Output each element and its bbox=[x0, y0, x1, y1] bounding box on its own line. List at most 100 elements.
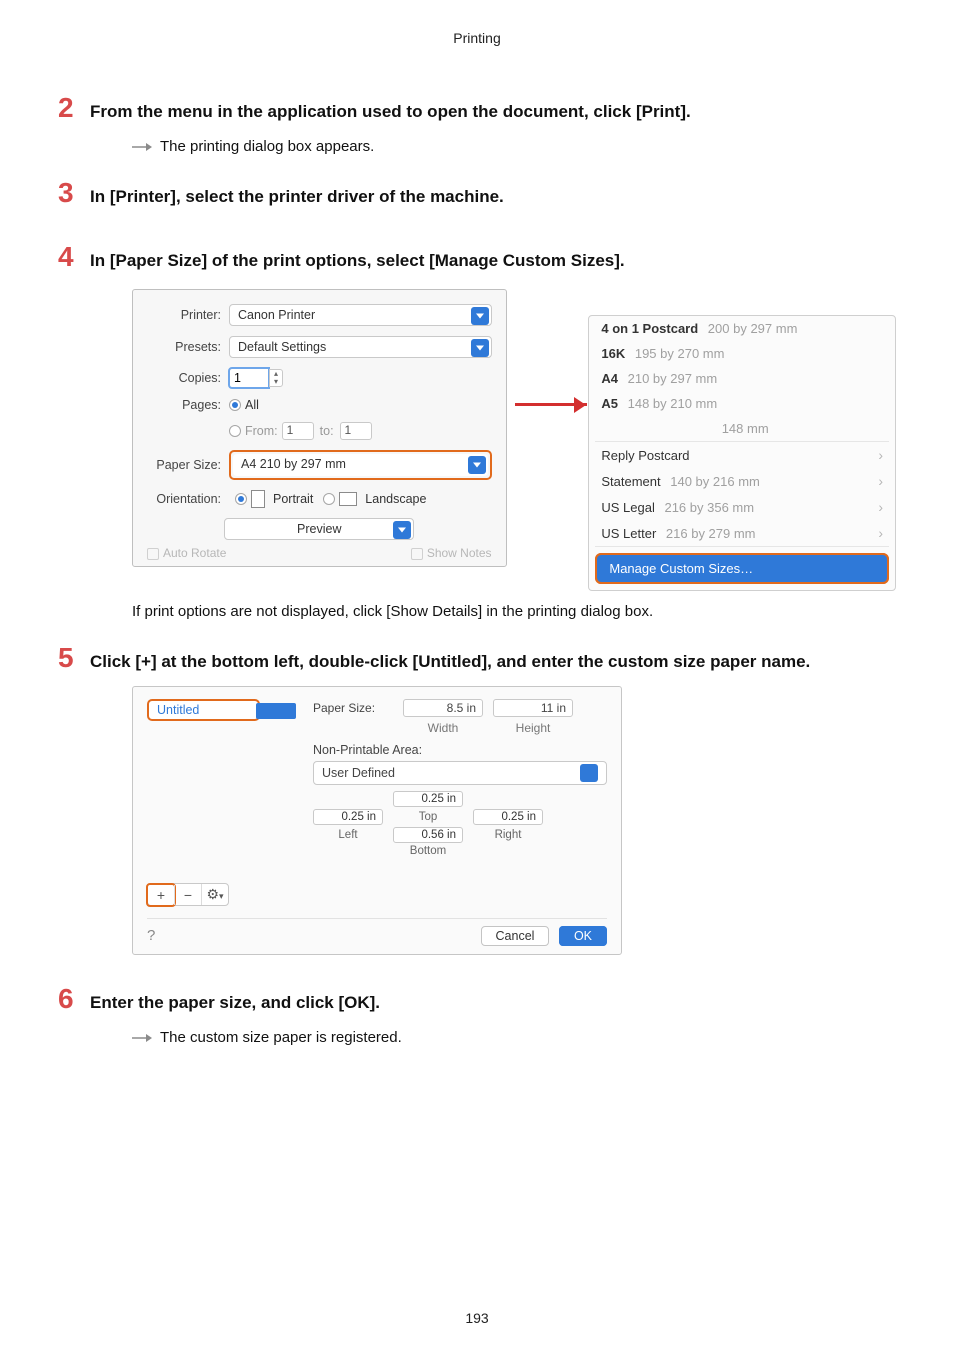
callout-arrow bbox=[517, 389, 579, 521]
step-note: The custom size paper is registered. bbox=[160, 1029, 402, 1046]
cancel-button[interactable]: Cancel bbox=[481, 926, 550, 946]
step-5: 5 Click [+] at the bottom left, double-c… bbox=[58, 644, 896, 955]
bottom-label: Bottom bbox=[393, 845, 463, 857]
running-header: Printing bbox=[58, 30, 896, 46]
step-title: In [Paper Size] of the print options, se… bbox=[90, 251, 625, 271]
chevron-right-icon: › bbox=[878, 447, 883, 463]
paper-size-label: Paper Size: bbox=[313, 701, 393, 715]
step-title: Enter the paper size, and click [OK]. bbox=[90, 993, 380, 1013]
arrow-right-icon bbox=[574, 397, 586, 413]
orientation-label: Orientation: bbox=[147, 492, 229, 506]
figure-print-dialog: Printer: Canon Printer Presets: Default … bbox=[132, 289, 896, 591]
copies-label: Copies: bbox=[147, 371, 229, 385]
copies-input[interactable] bbox=[229, 368, 269, 388]
page: Printing 2 From the menu in the applicat… bbox=[0, 0, 954, 1350]
step-number: 4 bbox=[58, 243, 80, 271]
menu-item[interactable]: US Letter 216 by 279 mm› bbox=[589, 520, 895, 546]
presets-label: Presets: bbox=[147, 340, 229, 354]
pages-range-radio[interactable] bbox=[229, 425, 241, 437]
from-label: From: bbox=[245, 424, 278, 438]
gear-icon: ⚙︎ bbox=[206, 886, 219, 902]
section-select[interactable]: Preview bbox=[224, 518, 414, 540]
pages-all-label: All bbox=[245, 398, 259, 412]
step-3: 3 In [Printer], select the printer drive… bbox=[58, 179, 896, 207]
to-input[interactable]: 1 bbox=[340, 422, 372, 440]
paper-size-label: Paper Size: bbox=[147, 458, 229, 472]
step-note: The printing dialog box appears. bbox=[160, 138, 374, 155]
show-notes-checkbox[interactable] bbox=[411, 548, 423, 560]
copies-stepper[interactable]: ▴▾ bbox=[229, 368, 283, 388]
menu-item[interactable]: 4 on 1 Postcard 200 by 297 mm bbox=[589, 316, 895, 341]
manage-custom-sizes-item[interactable]: Manage Custom Sizes… bbox=[595, 553, 889, 584]
width-input[interactable]: 8.5 in bbox=[403, 699, 483, 717]
result-arrow-icon bbox=[132, 1033, 152, 1043]
selection-handle-icon bbox=[256, 703, 296, 719]
nonprint-select[interactable]: User Defined bbox=[313, 761, 607, 785]
list-controls: + − ⚙︎▾ bbox=[147, 883, 229, 906]
margin-left-input[interactable]: 0.25 in bbox=[313, 809, 383, 825]
step-title: In [Printer], select the printer driver … bbox=[90, 187, 504, 207]
section-select-value: Preview bbox=[297, 522, 341, 536]
paper-size-select[interactable]: A4 210 by 297 mm bbox=[233, 454, 488, 476]
step-4: 4 In [Paper Size] of the print options, … bbox=[58, 243, 896, 620]
ok-button[interactable]: OK bbox=[559, 926, 607, 946]
landscape-page-icon bbox=[339, 492, 357, 506]
divider bbox=[595, 546, 889, 547]
chevron-down-icon bbox=[468, 456, 486, 474]
chevron-down-icon bbox=[471, 339, 489, 357]
auto-rotate-label: Auto Rotate bbox=[163, 546, 226, 560]
chevron-right-icon: › bbox=[878, 473, 883, 489]
portrait-label: Portrait bbox=[273, 492, 313, 506]
menu-item[interactable]: US Legal 216 by 356 mm› bbox=[589, 494, 895, 520]
chevron-down-icon: ▾ bbox=[219, 891, 224, 901]
presets-select[interactable]: Default Settings bbox=[229, 336, 492, 358]
menu-item[interactable]: Reply Postcard › bbox=[589, 442, 895, 468]
menu-item[interactable]: A4 210 by 297 mm bbox=[589, 366, 895, 391]
chevron-down-icon bbox=[471, 307, 489, 325]
portrait-page-icon bbox=[251, 490, 265, 508]
step-number: 3 bbox=[58, 179, 80, 207]
orientation-landscape-radio[interactable] bbox=[323, 493, 335, 505]
result-arrow-icon bbox=[132, 142, 152, 152]
help-button[interactable]: ? bbox=[147, 927, 155, 944]
margin-top-input[interactable]: 0.25 in bbox=[393, 791, 463, 807]
menu-item[interactable]: 16K 195 by 270 mm bbox=[589, 341, 895, 366]
nonprint-label: Non-Printable Area: bbox=[313, 743, 607, 757]
step-2: 2 From the menu in the application used … bbox=[58, 94, 896, 155]
untitled-size-name[interactable]: Untitled bbox=[147, 699, 260, 721]
print-dialog-panel: Printer: Canon Printer Presets: Default … bbox=[132, 289, 507, 567]
chevron-down-icon[interactable]: ▾ bbox=[270, 378, 282, 386]
height-label: Height bbox=[493, 721, 573, 735]
height-input[interactable]: 11 in bbox=[493, 699, 573, 717]
from-input[interactable]: 1 bbox=[282, 422, 314, 440]
nonprint-value: User Defined bbox=[322, 766, 395, 780]
menu-item[interactable]: A5 148 by 210 mm bbox=[589, 391, 895, 416]
menu-item[interactable]: Statement 140 by 216 mm› bbox=[589, 468, 895, 494]
pages-all-radio[interactable] bbox=[229, 399, 241, 411]
margin-bottom-input[interactable]: 0.56 in bbox=[393, 827, 463, 843]
remove-size-button[interactable]: − bbox=[174, 885, 201, 905]
step-number: 5 bbox=[58, 644, 80, 672]
presets-value: Default Settings bbox=[238, 340, 326, 354]
top-label: Top bbox=[393, 811, 463, 823]
auto-rotate-checkbox[interactable] bbox=[147, 548, 159, 560]
chevron-down-icon bbox=[580, 764, 598, 782]
printer-label: Printer: bbox=[147, 308, 229, 322]
menu-item[interactable]: 148 mm bbox=[589, 416, 895, 441]
page-number: 193 bbox=[0, 1310, 954, 1326]
step-number: 2 bbox=[58, 94, 80, 122]
left-label: Left bbox=[313, 829, 383, 841]
chevron-down-icon bbox=[393, 521, 411, 539]
orientation-portrait-radio[interactable] bbox=[235, 493, 247, 505]
right-label: Right bbox=[473, 829, 543, 841]
paper-size-menu: 4 on 1 Postcard 200 by 297 mm 16K 195 by… bbox=[588, 315, 896, 591]
size-list: Untitled bbox=[147, 699, 297, 857]
printer-value: Canon Printer bbox=[238, 308, 315, 322]
step-title: From the menu in the application used to… bbox=[90, 102, 691, 122]
show-notes-label: Show Notes bbox=[427, 546, 492, 560]
gear-menu-button[interactable]: ⚙︎▾ bbox=[201, 884, 228, 905]
printer-select[interactable]: Canon Printer bbox=[229, 304, 492, 326]
margin-right-input[interactable]: 0.25 in bbox=[473, 809, 543, 825]
paper-size-highlight: A4 210 by 297 mm bbox=[229, 450, 492, 480]
add-size-button[interactable]: + bbox=[146, 883, 176, 907]
